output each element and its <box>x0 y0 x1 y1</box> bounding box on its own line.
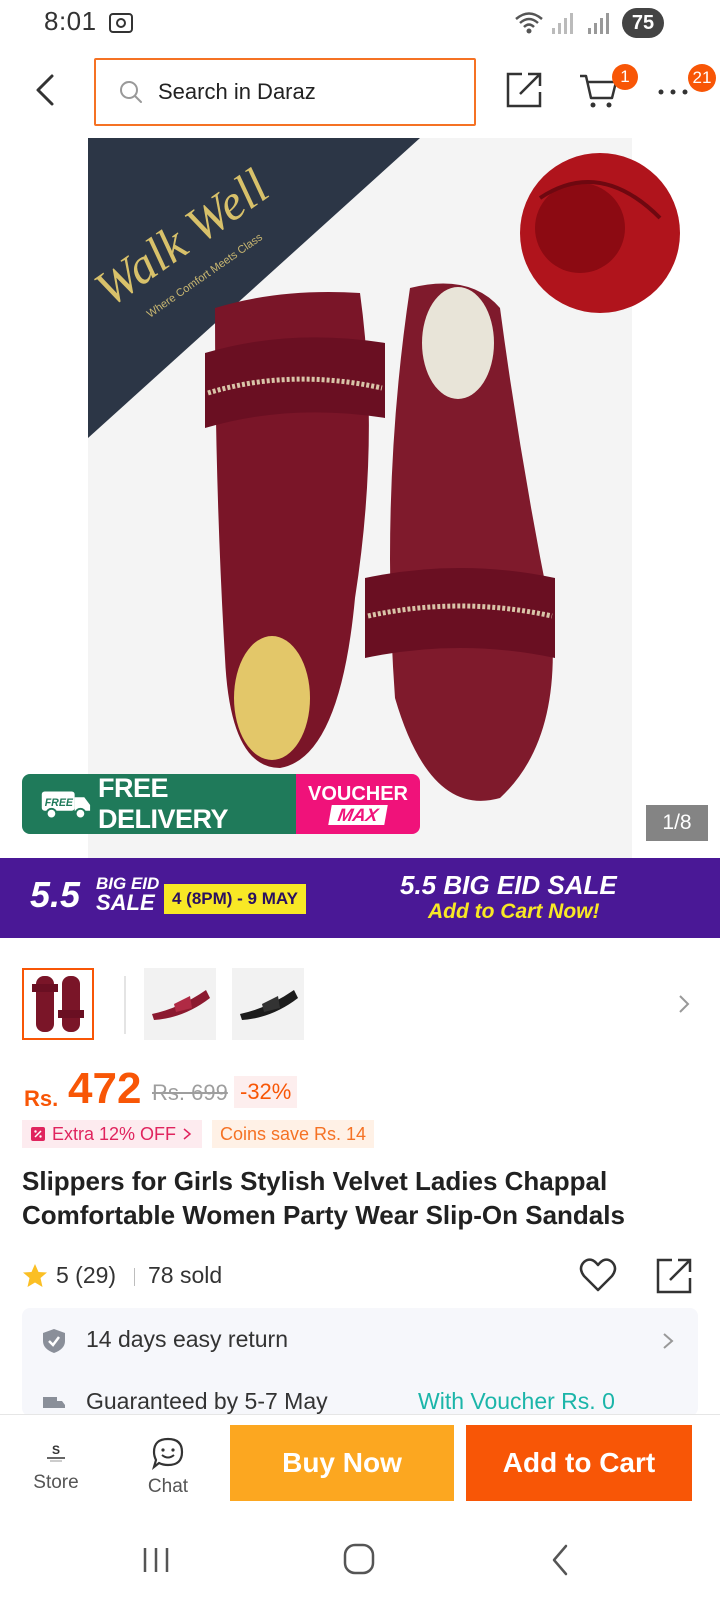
store-label: Store <box>33 1472 79 1493</box>
free-tag-text: FREE <box>45 797 74 809</box>
delivery-icon <box>43 1397 65 1408</box>
thumbnail-2[interactable] <box>144 968 216 1040</box>
max-label: MAX <box>328 805 388 825</box>
chat-icon <box>151 1437 184 1470</box>
shield-check-icon <box>43 1329 65 1353</box>
back-nav-icon[interactable] <box>548 1542 572 1578</box>
wifi-icon <box>515 12 543 34</box>
store-logo-icon: S <box>47 1443 65 1462</box>
share-icon[interactable] <box>504 70 544 110</box>
screenshot-icon <box>109 13 133 33</box>
status-time: 8:01 <box>44 6 97 36</box>
sale-title: 5.5 BIG EID SALE <box>400 870 617 900</box>
free-delivery-badge: FREE FREE DELIVERY <box>22 773 298 834</box>
free-delivery-label: FREE DELIVERY <box>98 773 229 834</box>
status-bar: 8:01 75 <box>0 0 720 48</box>
price-row: Rs. 472 Rs. 699 -32% <box>22 1064 702 1116</box>
delivery-estimate: Guaranteed by 5-7 May <box>86 1388 328 1414</box>
coins-save-tag: Coins save Rs. 14 <box>212 1120 375 1148</box>
svg-text:S: S <box>52 1443 60 1457</box>
delivery-info-row[interactable]: Guaranteed by 5-7 May With Voucher Rs. 0 <box>22 1380 698 1416</box>
search-input[interactable]: Search in Daraz <box>94 58 476 126</box>
thumbnail-1[interactable] <box>22 968 94 1040</box>
thumbnail-3[interactable] <box>232 968 304 1040</box>
extra-off-tag[interactable]: Extra 12% OFF <box>22 1120 203 1148</box>
voucher-label: VOUCHER <box>307 783 408 805</box>
chevron-right-icon <box>663 1333 674 1349</box>
signal-icon-2 <box>588 13 609 34</box>
cart-count-badge: 1 <box>612 64 638 90</box>
chevron-right-icon[interactable] <box>676 992 692 1016</box>
system-nav-bar <box>0 1520 720 1600</box>
bottom-action-bar: S Store Chat Buy Now Add to Cart <box>0 1414 720 1518</box>
home-icon[interactable] <box>342 1542 376 1576</box>
current-price: 472 <box>68 1064 142 1113</box>
extra-off-label: Extra 12% OFF <box>52 1123 177 1144</box>
battery-indicator: 75 <box>622 8 664 38</box>
buy-now-button[interactable]: Buy Now <box>230 1425 454 1501</box>
image-counter: 1/8 <box>646 805 708 841</box>
chevron-right-icon <box>183 1128 192 1140</box>
search-placeholder: Search in Daraz <box>158 79 316 104</box>
currency-label: Rs. <box>24 1086 59 1111</box>
wishlist-heart-icon[interactable] <box>578 1256 618 1294</box>
notification-count-badge: 21 <box>688 64 716 92</box>
product-photo: Walk Well Where Comfort Meets Class <box>84 138 680 858</box>
chat-button[interactable]: Chat <box>126 1425 210 1509</box>
rating-row: 5 (29) 78 sold <box>22 1256 702 1296</box>
sale-word-text: SALE <box>96 890 155 915</box>
product-title: Slippers for Girls Stylish Velvet Ladies… <box>22 1166 625 1230</box>
sold-count: 78 sold <box>148 1262 223 1288</box>
promo-row: Extra 12% OFF Coins save Rs. 14 <box>22 1120 702 1148</box>
return-policy-row[interactable]: 14 days easy return <box>22 1308 698 1374</box>
sale-logo: BIG EID SALE <box>96 875 159 915</box>
sale-subtitle: Add to Cart Now! <box>428 900 600 923</box>
thumbnail-strip <box>0 968 720 1044</box>
recent-apps-icon[interactable] <box>140 1544 172 1576</box>
chat-label: Chat <box>147 1476 189 1497</box>
delivery-truck-icon: FREE <box>41 791 91 820</box>
service-info-card: 14 days easy return Guaranteed by 5-7 Ma… <box>22 1308 698 1416</box>
more-icon[interactable] <box>656 82 690 102</box>
voucher-max-badge: VOUCHER MAX <box>296 774 420 834</box>
signal-icon <box>552 13 573 34</box>
rating-value[interactable]: 5 (29) <box>56 1262 116 1289</box>
back-icon[interactable] <box>32 72 58 108</box>
discount-badge: -32% <box>234 1076 298 1108</box>
status-indicators: 75 <box>514 8 664 38</box>
sale-dates: 4 (8PM) - 9 MAY <box>164 884 306 914</box>
rating-divider <box>134 1268 135 1286</box>
voucher-icon <box>31 1127 45 1141</box>
star-icon <box>23 1264 47 1287</box>
add-to-cart-button[interactable]: Add to Cart <box>466 1425 692 1501</box>
thumbnail-divider <box>124 976 126 1034</box>
product-image-gallery[interactable]: Walk Well Where Comfort Meets Class 1/8 <box>0 138 720 858</box>
sale-banner[interactable]: 5.5 BIG EID SALE 4 (8PM) - 9 MAY 5.5 BIG… <box>0 858 720 938</box>
search-header: Search in Daraz 1 21 <box>0 52 720 128</box>
share-icon[interactable] <box>654 1256 694 1296</box>
store-button[interactable]: S Store <box>14 1425 98 1509</box>
return-policy-text: 14 days easy return <box>86 1326 289 1352</box>
search-icon <box>120 81 142 103</box>
delivery-voucher: With Voucher Rs. 0 <box>418 1388 615 1414</box>
original-price: Rs. 699 <box>152 1080 228 1105</box>
sale-number: 5.5 <box>30 874 81 915</box>
